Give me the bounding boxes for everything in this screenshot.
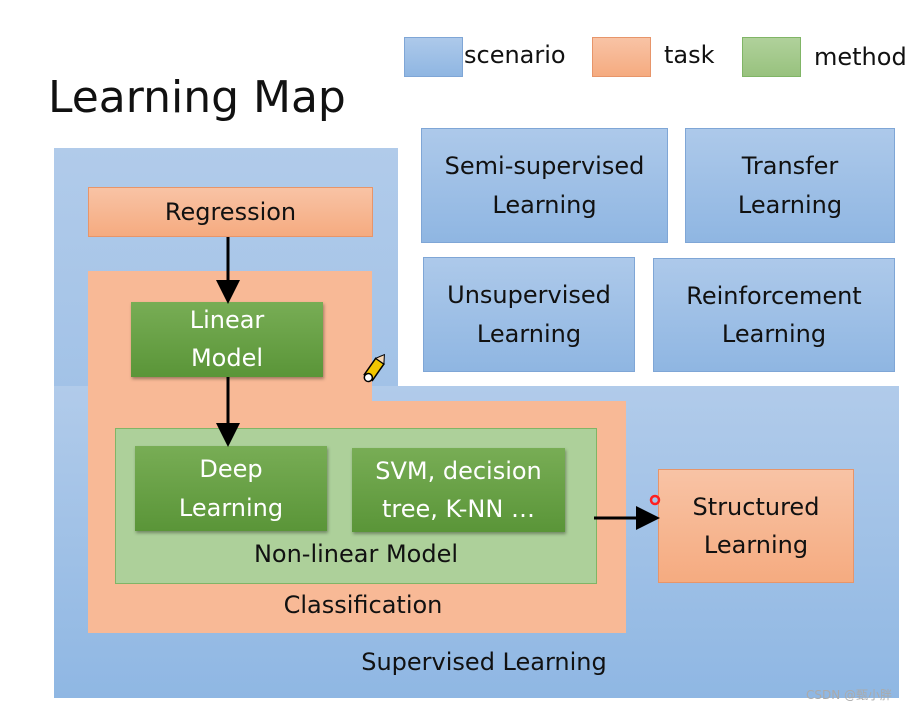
watermark: CSDN @甄小胖 [806, 688, 893, 702]
pencil-icon [363, 353, 385, 383]
cursor-dot-icon [649, 494, 661, 506]
arrows-layer [216, 237, 661, 530]
